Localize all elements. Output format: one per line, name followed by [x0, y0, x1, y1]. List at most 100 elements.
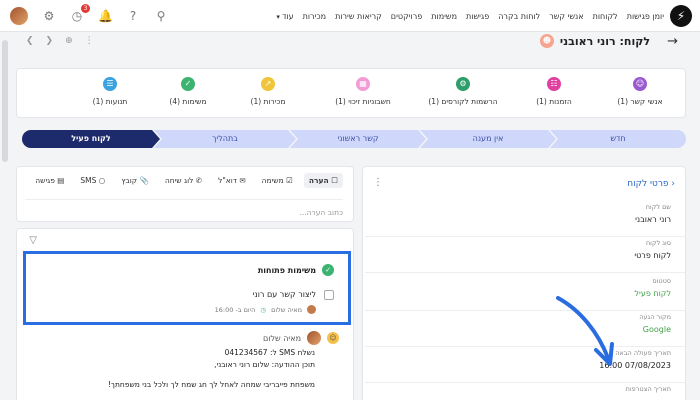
nav-item-dashboards[interactable]: לוחות בקרה [498, 12, 540, 21]
add-icon[interactable]: ⊕ [65, 36, 73, 46]
tab-call-log[interactable]: ✆ לוג שיחה [160, 173, 207, 188]
smiley-icon: ☺ [327, 332, 339, 344]
stat-course-registrations[interactable]: ⚙ הרשמות לקורסים (1) [413, 77, 513, 106]
stat-label: משימות (4) [169, 97, 207, 106]
stat-transactions[interactable]: ☰ תנועות (1) [65, 77, 155, 106]
stat-label: הזמנות (1) [536, 97, 572, 106]
stage-active-customer[interactable]: לקוח פעיל [22, 130, 160, 148]
header-actions: ❮ ❯ ⊕ ⋮ [26, 36, 94, 46]
search-icon[interactable]: ⚲ [154, 9, 168, 23]
sms-activity: ☺ מאיה שלום נשלח SMS ל: 041234567 תוכן ה… [21, 331, 339, 389]
help-icon[interactable]: ? [126, 9, 140, 23]
tab-meeting[interactable]: ▤ פגישה [30, 173, 69, 188]
top-icons: ⚙ ◷ 3 🔔 ? ⚲ [10, 0, 168, 32]
task-title[interactable]: ליצור קשר עם רוני [253, 290, 316, 299]
stage-new[interactable]: חדש [550, 130, 686, 148]
task-meta: מאיה שלום ◷ היום ב- 16:00 [215, 305, 316, 314]
filter-icon[interactable]: ▽ [25, 235, 37, 247]
clock-icon: ◷ [260, 305, 267, 314]
field-customer-type[interactable]: סוג לקוח לקוח פרטי [365, 239, 685, 273]
related-records-bar: ☺ אנשי קשר (1) ☷ הזמנות (1) ⚙ הרשמות לקו… [16, 68, 686, 118]
msg-line: תוכן ההודעה: שלום רוני ראובני, [214, 360, 315, 369]
stat-label: אנשי קשר (1) [617, 97, 663, 106]
field-label: תאריך פעולה הבאה [615, 349, 671, 357]
open-tasks-box: ✓ משימות פתוחות ליצור קשר עם רוני מאיה ש… [23, 251, 351, 325]
annotation-arrow-icon [556, 296, 614, 366]
stat-credit-invoices[interactable]: ▦ חשבוניות זיכוי (1) [313, 77, 413, 106]
user-avatar[interactable] [10, 7, 28, 25]
nav-item-calendar[interactable]: יומן פגישות [627, 12, 664, 21]
status-pipeline: חדש אין מענה קשר ראשוני בתהליך לקוח פעיל [22, 130, 686, 148]
back-arrow-icon[interactable]: → [667, 34, 678, 49]
bell-icon[interactable]: 🔔 [98, 9, 113, 23]
nav-item-sales[interactable]: מכירות [303, 12, 326, 21]
avatar [307, 331, 321, 345]
tab-task[interactable]: ☑ משימה [257, 173, 298, 188]
more-icon[interactable]: ⋮ [373, 177, 383, 188]
contact-icon: ☺ [633, 77, 647, 91]
stat-label: מכירות (1) [250, 97, 286, 106]
main-nav: יומן פגישות לקוחות אנשי קשר לוחות בקרה פ… [276, 0, 664, 32]
gear-icon: ⚙ [456, 77, 470, 91]
customer-icon: ☻ [539, 34, 554, 48]
gear-icon[interactable]: ⚙ [42, 9, 56, 23]
activity-tabs: ☐ הערה ☑ משימה ✉ דוא"ל ✆ לוג שיחה 📎 קובץ… [30, 173, 343, 188]
nav-item-projects[interactable]: פרויקטים [391, 12, 422, 21]
cart-icon: ☷ [547, 77, 561, 91]
invoice-icon: ▦ [356, 77, 370, 91]
check-icon: ✓ [322, 264, 334, 276]
field-value: לקוח פעיל [634, 289, 671, 298]
chevron-left-icon[interactable]: ❮ [26, 36, 34, 46]
field-next-action-date[interactable]: תאריך פעולה הבאה 16:00 07/08/2023 [365, 349, 685, 383]
nav-item-tasks[interactable]: משימות [431, 12, 457, 21]
activity-composer: ☐ הערה ☑ משימה ✉ דוא"ל ✆ לוג שיחה 📎 קובץ… [16, 166, 354, 222]
nav-more-menu[interactable]: עוד [276, 12, 294, 21]
stat-tasks[interactable]: ✓ משימות (4) [143, 77, 233, 106]
field-value: Google [642, 325, 671, 334]
nav-item-contacts[interactable]: אנשי קשר [549, 12, 583, 21]
page-title: לקוח: רוני ראובני [559, 34, 650, 48]
sms-activity-header: ☺ מאיה שלום [21, 331, 339, 345]
field-label: שם לקוח [645, 203, 671, 211]
more-icon[interactable]: ⋮ [85, 36, 94, 46]
stat-label: הרשמות לקורסים (1) [428, 97, 498, 106]
stage-no-answer[interactable]: אין מענה [420, 130, 556, 148]
field-lead-source[interactable]: מקור הגעה Google [365, 313, 685, 347]
field-label: מקור הגעה [639, 313, 671, 321]
stat-orders[interactable]: ☷ הזמנות (1) [509, 77, 599, 106]
chevron-right-icon[interactable]: ❯ [46, 36, 54, 46]
tab-email[interactable]: ✉ דוא"ל [213, 173, 251, 188]
nav-item-service-calls[interactable]: קריאות שירות [335, 12, 382, 21]
msg-author: מאיה שלום [262, 333, 301, 343]
tab-note[interactable]: ☐ הערה [303, 173, 343, 188]
stat-contacts[interactable]: ☺ אנשי קשר (1) [595, 77, 685, 106]
stat-sales[interactable]: ↗ מכירות (1) [223, 77, 313, 106]
list-icon: ☰ [103, 77, 117, 91]
tab-sms[interactable]: ○ SMS [75, 173, 110, 188]
field-status[interactable]: סטטוס לקוח פעיל [365, 277, 685, 311]
app-logo[interactable]: ⚡ [670, 5, 692, 27]
field-join-date[interactable]: תאריך הצטרפות [365, 385, 685, 400]
activity-feed: ▽ ✓ משימות פתוחות ליצור קשר עם רוני מאיה… [16, 228, 354, 400]
open-tasks-title: משימות פתוחות [257, 265, 316, 275]
nav-item-customers[interactable]: לקוחות [593, 12, 618, 21]
field-label: סוג לקוח [645, 239, 671, 247]
task-checkbox[interactable] [324, 290, 334, 300]
stage-in-progress[interactable]: בתהליך [154, 130, 296, 148]
field-label: תאריך הצטרפות [625, 385, 671, 393]
comment-input[interactable]: כתוב הערה... [25, 199, 343, 217]
field-customer-name[interactable]: שם לקוח רוני ראובני [365, 203, 685, 237]
stat-label: חשבוניות זיכוי (1) [335, 97, 391, 106]
notification-badge: 3 [81, 4, 90, 13]
chart-icon: ↗ [261, 77, 275, 91]
tab-file[interactable]: 📎 קובץ [116, 173, 153, 188]
details-heading[interactable]: פרטי לקוח [627, 179, 675, 189]
stage-first-contact[interactable]: קשר ראשוני [290, 130, 426, 148]
field-value: 16:00 07/08/2023 [599, 361, 671, 370]
clock-icon[interactable]: ◷ 3 [70, 4, 90, 23]
msg-line: משפחת פייבריבי שמחה לאחל לך חג שמח לך ול… [107, 380, 315, 389]
scrollbar[interactable] [2, 40, 8, 162]
task-time: היום ב- 16:00 [214, 305, 256, 314]
nav-item-meetings[interactable]: פגישות [466, 12, 489, 21]
check-icon: ✓ [181, 77, 195, 91]
